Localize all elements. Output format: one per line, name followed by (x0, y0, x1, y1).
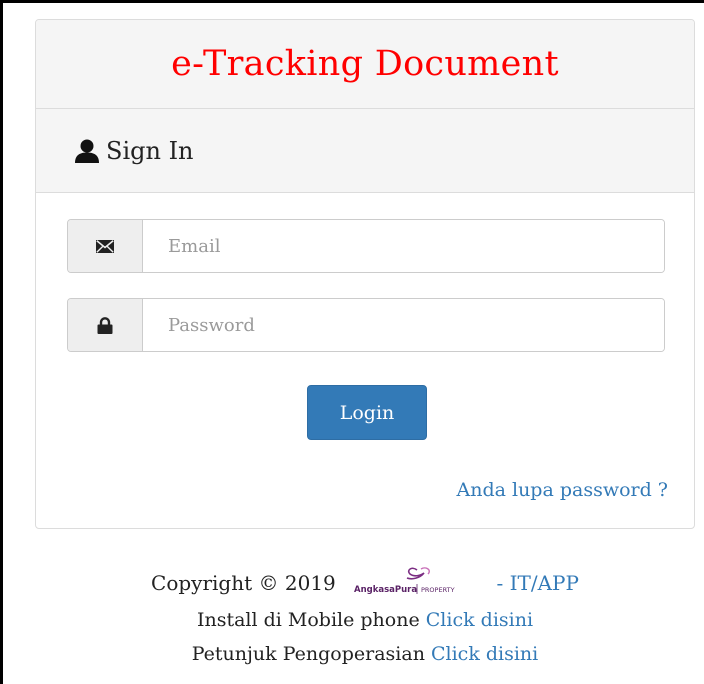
it-app-link[interactable]: - IT/APP (497, 571, 579, 595)
envelope-icon (68, 220, 143, 272)
guide-row: Petunjuk Pengoperasian Click disini (35, 637, 695, 671)
angkasapura-property-logo: AngkasaPura PROPERTY (348, 563, 487, 600)
password-input-group (67, 298, 665, 352)
copyright-text: Copyright © 2019 (151, 571, 336, 595)
signin-heading: Sign In (106, 136, 194, 165)
forgot-password-link[interactable]: Anda lupa password ? (457, 479, 669, 501)
copyright-row: Copyright © 2019 AngkasaPura PROPERTY - … (35, 563, 695, 603)
email-input-group (67, 219, 665, 273)
lock-icon (68, 299, 143, 351)
password-input[interactable] (143, 299, 664, 351)
guide-link[interactable]: Click disini (431, 643, 538, 665)
footer: Copyright © 2019 AngkasaPura PROPERTY - … (35, 563, 695, 671)
install-row: Install di Mobile phone Click disini (35, 603, 695, 637)
login-panel: e-Tracking Document Sign In Email Login … (35, 19, 695, 529)
signin-header: Sign In (36, 109, 694, 193)
user-icon (74, 138, 100, 164)
svg-text:AngkasaPura: AngkasaPura (354, 585, 417, 595)
email-input[interactable] (143, 220, 664, 272)
svg-text:PROPERTY: PROPERTY (421, 586, 455, 594)
guide-text: Petunjuk Pengoperasian (191, 643, 425, 665)
title-bar: e-Tracking Document (36, 20, 694, 109)
install-text: Install di Mobile phone (196, 609, 420, 631)
page-title: e-Tracking Document (171, 44, 559, 84)
page: e-Tracking Document Sign In Email Login … (0, 0, 704, 684)
login-button[interactable]: Login (307, 385, 427, 440)
install-link[interactable]: Click disini (426, 609, 533, 631)
